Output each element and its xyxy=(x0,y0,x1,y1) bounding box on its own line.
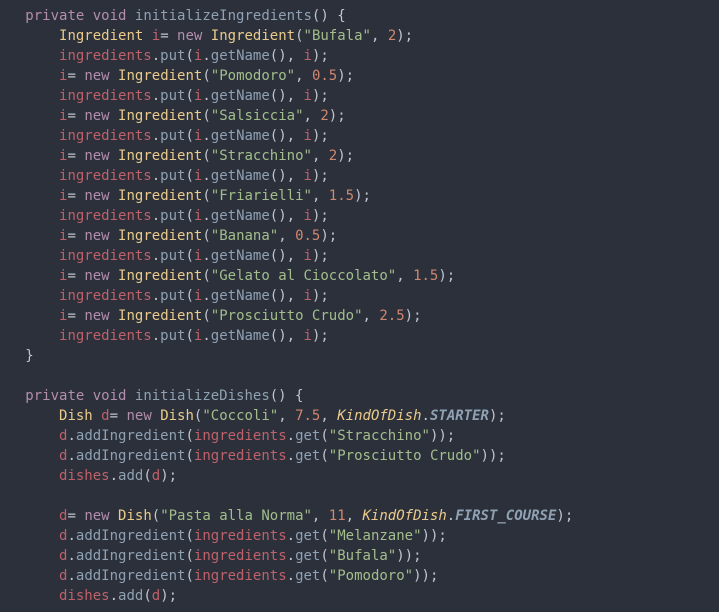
code-block: private void initializeIngredients() { I… xyxy=(0,0,719,606)
